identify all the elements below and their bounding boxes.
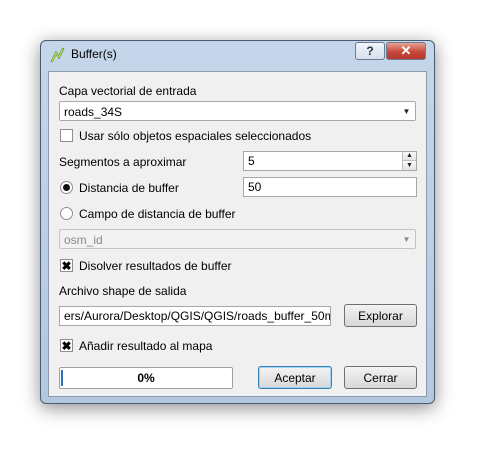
browse-button[interactable]: Explorar — [344, 304, 417, 327]
input-layer-value: roads_34S — [64, 105, 123, 119]
check-x-icon: ✖ — [61, 338, 72, 353]
cancel-close-button[interactable]: Cerrar — [344, 366, 417, 389]
chevron-down-icon: ▼ — [402, 106, 411, 116]
segments-label: Segmentos a aproximar — [59, 155, 187, 169]
input-layer-label: Capa vectorial de entrada — [59, 84, 197, 98]
close-window-button[interactable]: ✕ — [386, 42, 426, 60]
dialog-content: Capa vectorial de entrada roads_34S ▼ Us… — [48, 71, 427, 397]
distance-field-combo[interactable]: osm_id ▼ — [59, 229, 416, 249]
check-x-icon: ✖ — [61, 258, 72, 273]
segments-spinbox[interactable]: 5 ▲ ▼ — [243, 151, 417, 171]
arrow-down-icon[interactable]: ▼ — [402, 161, 416, 170]
buffer-dialog: Buffer(s) ? ✕ Capa vectorial de entrada … — [40, 40, 435, 404]
dissolve-label: Disolver resultados de buffer — [79, 259, 232, 273]
add-to-map-label: Añadir resultado al mapa — [79, 339, 213, 353]
radio-selected-dot — [63, 184, 70, 191]
progress-bar: 0% — [59, 367, 233, 389]
output-file-input[interactable]: ers/Aurora/Desktop/QGIS/QGIS/roads_buffe… — [59, 306, 331, 326]
input-layer-combo[interactable]: roads_34S ▼ — [59, 101, 416, 121]
accept-button[interactable]: Aceptar — [258, 366, 332, 389]
chevron-down-icon: ▼ — [402, 234, 411, 244]
qgis-buffer-icon — [50, 47, 65, 63]
segments-value: 5 — [248, 154, 255, 168]
output-file-label: Archivo shape de salida — [59, 284, 187, 298]
title-bar[interactable]: Buffer(s) ? ✕ — [41, 41, 434, 67]
field-radio[interactable] — [60, 207, 73, 220]
progress-text: 0% — [137, 371, 155, 385]
dissolve-checkbox[interactable]: ✖ — [60, 259, 73, 272]
distance-input[interactable]: 50 — [243, 177, 417, 197]
distance-field-value: osm_id — [64, 233, 103, 247]
help-button[interactable]: ? — [355, 42, 385, 60]
window-title: Buffer(s) — [71, 47, 117, 61]
selected-only-checkbox[interactable] — [60, 129, 73, 142]
selected-only-label: Usar sólo objetos espaciales seleccionad… — [79, 129, 312, 143]
distance-radio[interactable] — [60, 181, 73, 194]
add-to-map-checkbox[interactable]: ✖ — [60, 339, 73, 352]
distance-label: Distancia de buffer — [79, 181, 179, 195]
field-label: Campo de distancia de buffer — [79, 207, 236, 221]
